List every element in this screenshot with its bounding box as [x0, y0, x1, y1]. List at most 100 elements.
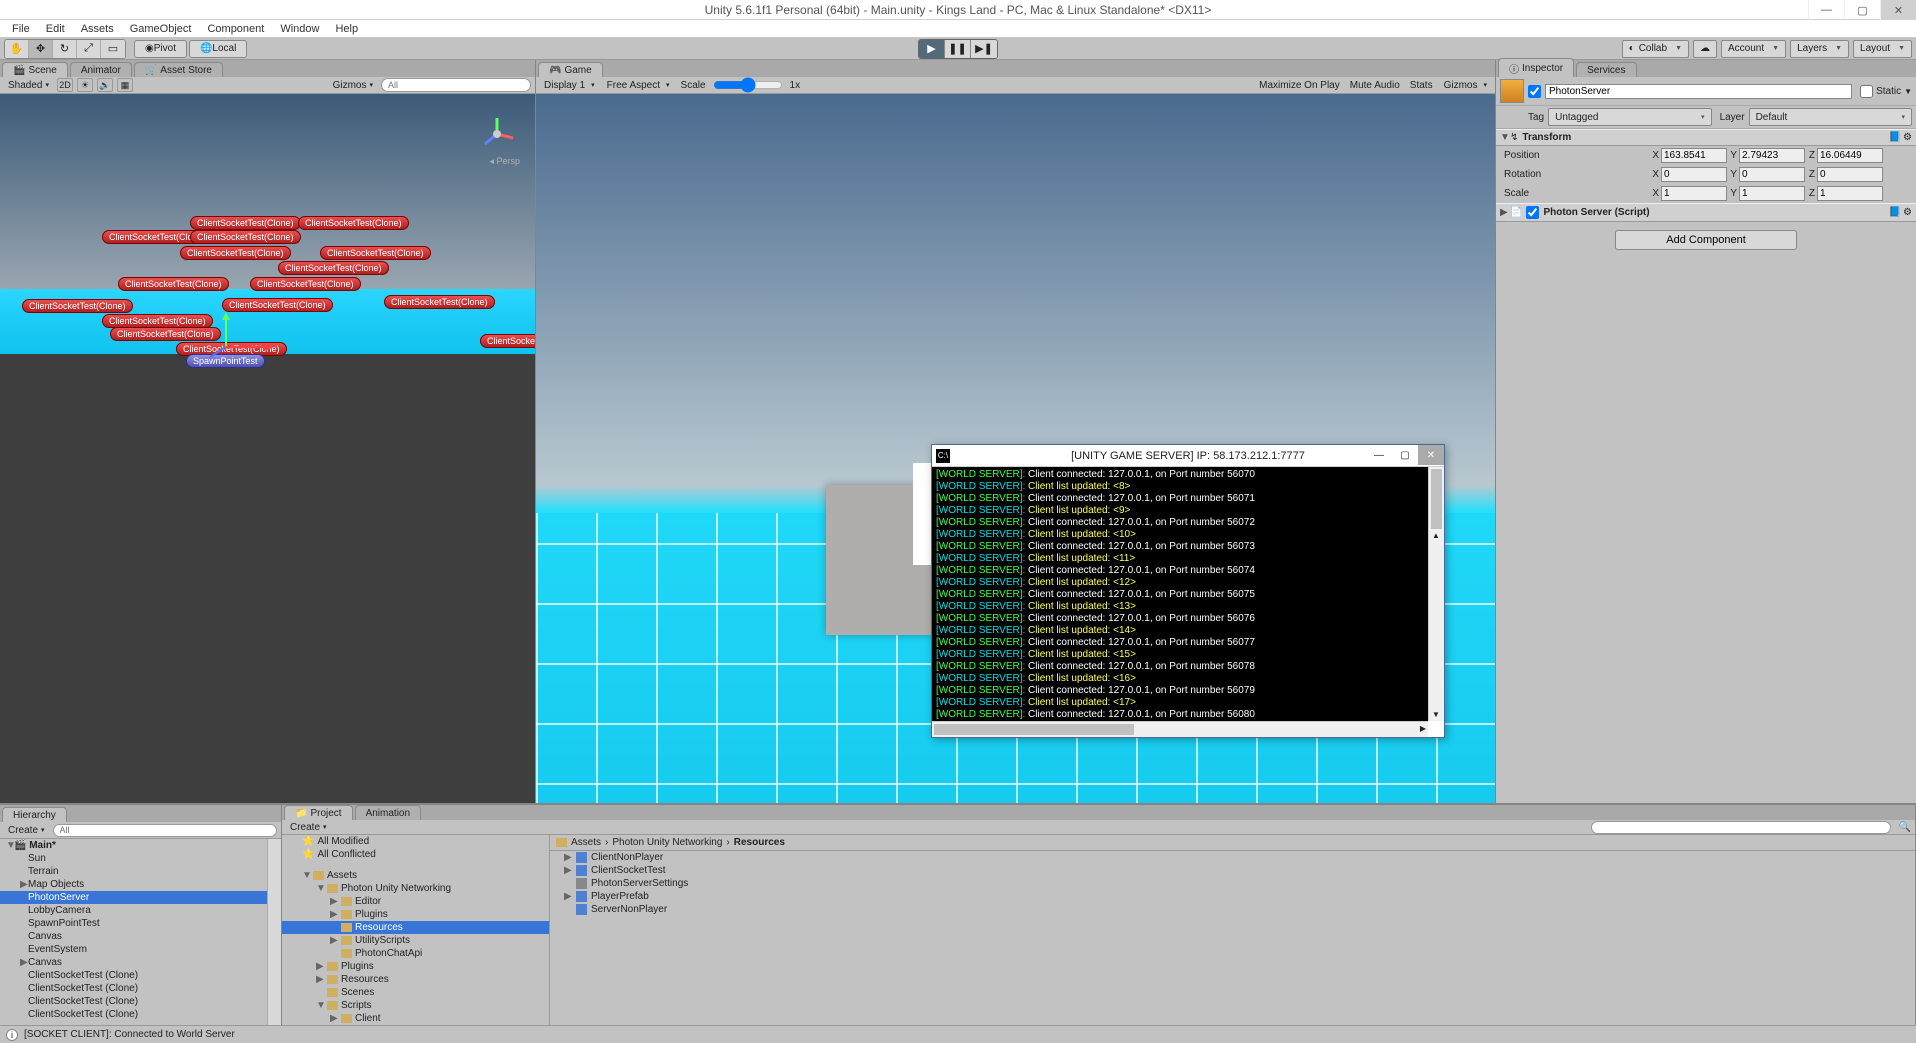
collab-dropdown[interactable]: ◐ Collab▼: [1622, 40, 1689, 58]
project-folder-item[interactable]: ▶ UtilityScripts: [282, 934, 549, 947]
rotation-x-input[interactable]: [1661, 167, 1727, 182]
scene-object-label[interactable]: ClientSocketTest(Clone): [118, 277, 229, 291]
gameobject-icon[interactable]: [1500, 79, 1524, 103]
layer-dropdown[interactable]: Default▾: [1749, 108, 1912, 126]
orientation-gizmo-icon[interactable]: [477, 114, 517, 154]
play-button[interactable]: ▶: [919, 40, 945, 58]
console-close-button[interactable]: ✕: [1418, 445, 1444, 465]
scene-object-label[interactable]: ClientSocketTest(Clone): [22, 299, 133, 313]
project-folder-item[interactable]: Scenes: [282, 986, 549, 999]
asset-item[interactable]: PhotonServerSettings: [550, 877, 1915, 890]
tab-project[interactable]: 📁 Project: [284, 805, 353, 820]
tab-game[interactable]: 🎮 Game: [538, 62, 603, 77]
menu-help[interactable]: Help: [327, 23, 366, 35]
component-settings-icon[interactable]: ⚙: [1903, 132, 1912, 143]
breadcrumb-photon[interactable]: Photon Unity Networking: [612, 837, 722, 848]
tab-animator[interactable]: Animator: [70, 62, 132, 77]
console-maximize-button[interactable]: ▢: [1392, 445, 1418, 465]
project-folder-item[interactable]: Resources: [282, 921, 549, 934]
hierarchy-item[interactable]: EventSystem: [0, 943, 267, 956]
hierarchy-list[interactable]: ▼🎬 Main*SunTerrain▶Map ObjectsPhotonServ…: [0, 839, 267, 1025]
favorites-all-modified[interactable]: ⭐ All Modified: [282, 835, 549, 848]
scene-object-label[interactable]: ClientSocketTest(Clone): [480, 334, 535, 348]
account-dropdown[interactable]: Account▼: [1721, 40, 1786, 58]
hierarchy-item[interactable]: ClientSocketTest (Clone): [0, 995, 267, 1008]
tab-scene[interactable]: 🎬 Scene: [2, 62, 68, 77]
game-gizmos-dropdown[interactable]: Gizmos▾: [1440, 80, 1491, 91]
hierarchy-search[interactable]: [53, 824, 277, 837]
console-minimize-button[interactable]: —: [1366, 445, 1392, 465]
step-button[interactable]: ▶❚: [971, 40, 997, 58]
favorites-all-conflicted[interactable]: ⭐ All Conflicted: [282, 848, 549, 861]
project-folder-item[interactable]: ▶ Editor: [282, 895, 549, 908]
scene-object-label[interactable]: ClientSocketTest(Clone): [250, 277, 361, 291]
hierarchy-item[interactable]: ClientSocketTest (Clone): [0, 982, 267, 995]
add-component-button[interactable]: Add Component: [1615, 230, 1797, 250]
project-folder-item[interactable]: ▶ Plugins: [282, 908, 549, 921]
scene-object-label[interactable]: ClientSocketTest(Clone): [102, 314, 213, 328]
project-folder-item[interactable]: ▼ Photon Unity Networking: [282, 882, 549, 895]
hierarchy-item[interactable]: Canvas: [0, 930, 267, 943]
hierarchy-item[interactable]: SpawnPointTest: [0, 917, 267, 930]
scale-slider[interactable]: [713, 77, 783, 93]
gizmos-dropdown[interactable]: Gizmos ▾: [329, 80, 377, 91]
project-folder-item[interactable]: ▶ Plugins: [282, 960, 549, 973]
console-output[interactable]: [WORLD SERVER]: Client connected: 127.0.…: [932, 467, 1428, 721]
menu-assets[interactable]: Assets: [73, 23, 122, 35]
project-folder-item[interactable]: PhotonChatApi: [282, 947, 549, 960]
tab-inspector[interactable]: ⓘ Inspector: [1498, 58, 1574, 77]
project-create-dropdown[interactable]: Create ▾: [286, 822, 331, 833]
mute-audio-toggle[interactable]: Mute Audio: [1347, 80, 1403, 91]
aspect-dropdown[interactable]: Free Aspect▾: [603, 80, 674, 91]
hierarchy-item[interactable]: LobbyCamera: [0, 904, 267, 917]
project-folder-tree[interactable]: ⭐ All Modified ⭐ All Conflicted ▼ Assets…: [282, 835, 550, 1025]
tab-services[interactable]: Services: [1576, 62, 1636, 77]
position-x-input[interactable]: [1661, 148, 1727, 163]
menu-window[interactable]: Window: [272, 23, 327, 35]
maximize-on-play-toggle[interactable]: Maximize On Play: [1256, 80, 1343, 91]
local-toggle[interactable]: 🌐 Local: [189, 40, 247, 58]
scene-object-label[interactable]: ClientSocketTest(Clone): [384, 295, 495, 309]
minimize-button[interactable]: —: [1808, 0, 1844, 20]
active-checkbox[interactable]: [1528, 85, 1541, 98]
tab-asset-store[interactable]: 🛒 Asset Store: [134, 62, 223, 77]
component-settings-icon[interactable]: ⚙: [1903, 207, 1912, 218]
scene-object-label[interactable]: ClientSocketTest(Clone): [190, 216, 301, 230]
scale-y-input[interactable]: [1739, 186, 1805, 201]
toggle-light[interactable]: ☀: [77, 78, 93, 92]
hierarchy-create-dropdown[interactable]: Create ▾: [4, 825, 49, 836]
hierarchy-item[interactable]: ▶Map Objects: [0, 878, 267, 891]
scene-object-label[interactable]: ClientSocketTest(Clone): [278, 261, 389, 275]
project-folder-item[interactable]: ▼ Assets: [282, 869, 549, 882]
maximize-button[interactable]: ▢: [1844, 0, 1880, 20]
scene-object-label[interactable]: ClientSocketTest(Clone): [190, 230, 301, 244]
move-gizmo-icon[interactable]: [206, 312, 276, 362]
rotate-tool[interactable]: ↻: [53, 40, 77, 58]
display-dropdown[interactable]: Display 1▾: [540, 80, 599, 91]
menu-file[interactable]: File: [4, 23, 38, 35]
tag-dropdown[interactable]: Untagged▾: [1548, 108, 1711, 126]
asset-list[interactable]: ▶ ClientNonPlayer▶ ClientSocketTest Phot…: [550, 851, 1915, 1025]
hierarchy-item[interactable]: PhotonServer: [0, 891, 267, 904]
pivot-toggle[interactable]: ◉ Pivot: [134, 40, 187, 58]
hierarchy-item[interactable]: ▶Canvas: [0, 956, 267, 969]
project-folder-item[interactable]: ▼ Scripts: [282, 999, 549, 1012]
stats-toggle[interactable]: Stats: [1407, 80, 1436, 91]
transform-component-header[interactable]: ▼↯ Transform 📘 ⚙: [1496, 129, 1916, 146]
console-scrollbar-h[interactable]: ▶: [932, 721, 1428, 737]
toggle-fx[interactable]: ▦: [117, 78, 133, 92]
hierarchy-item[interactable]: Sun: [0, 852, 267, 865]
scene-object-label[interactable]: ClientSocketTest(Clone): [222, 298, 333, 312]
scale-x-input[interactable]: [1661, 186, 1727, 201]
scene-object-label[interactable]: ClientSocketTest(Clone): [180, 246, 291, 260]
asset-item[interactable]: ServerNonPlayer: [550, 903, 1915, 916]
gameobject-name-input[interactable]: [1545, 84, 1852, 99]
tab-animation[interactable]: Animation: [355, 805, 421, 820]
asset-item[interactable]: ▶ ClientNonPlayer: [550, 851, 1915, 864]
project-folder-item[interactable]: ▶ Client: [282, 1012, 549, 1025]
layout-dropdown[interactable]: Layout▼: [1853, 40, 1912, 58]
project-search[interactable]: [1591, 821, 1891, 834]
project-folder-item[interactable]: ▶ Resources: [282, 973, 549, 986]
menu-gameobject[interactable]: GameObject: [122, 23, 200, 35]
hierarchy-scene-root[interactable]: ▼🎬 Main*: [0, 839, 267, 852]
